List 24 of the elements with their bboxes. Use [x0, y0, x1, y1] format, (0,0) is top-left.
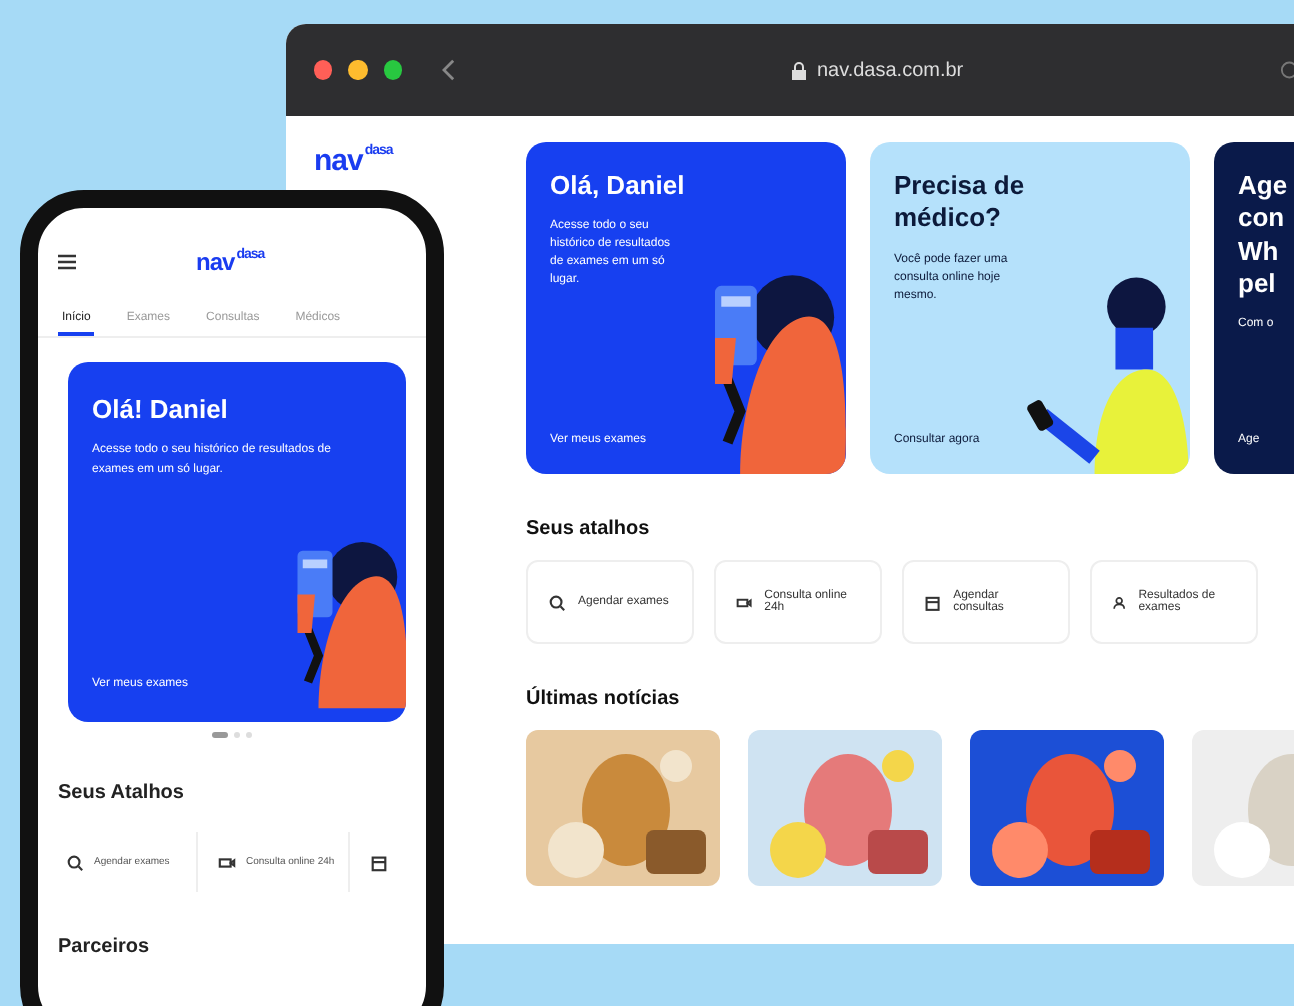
- calendar-icon: [370, 853, 388, 871]
- address-bar-url[interactable]: nav.dasa.com.br: [816, 59, 964, 81]
- calendar-icon: [924, 593, 942, 611]
- lock-icon: [792, 61, 807, 79]
- video-camera-icon: [736, 593, 753, 611]
- section-title: Seus Atalhos: [58, 782, 186, 804]
- card-title: Olá, Daniel: [550, 170, 685, 203]
- section-title: Parceiros: [58, 936, 152, 958]
- search-icon: [66, 853, 84, 871]
- search-icon: [548, 593, 566, 611]
- card-title: Precisa de médico?: [894, 170, 1025, 235]
- video-camera-icon: [218, 853, 236, 871]
- section-title: Seus atalhos: [526, 518, 652, 540]
- card-title: Age con Wh pel: [1238, 170, 1288, 300]
- card-title: Olá! Daniel: [92, 394, 228, 427]
- pager-dot[interactable]: [234, 732, 240, 738]
- minimize-window-icon[interactable]: [348, 60, 368, 80]
- close-window-icon[interactable]: [314, 60, 333, 80]
- menu-icon[interactable]: [58, 254, 76, 270]
- user-icon: [1112, 593, 1127, 611]
- reload-icon[interactable]: [1279, 60, 1294, 80]
- section-title: Últimas notícias: [526, 688, 682, 710]
- pager-dot[interactable]: [246, 732, 252, 738]
- maximize-window-icon[interactable]: [383, 60, 402, 80]
